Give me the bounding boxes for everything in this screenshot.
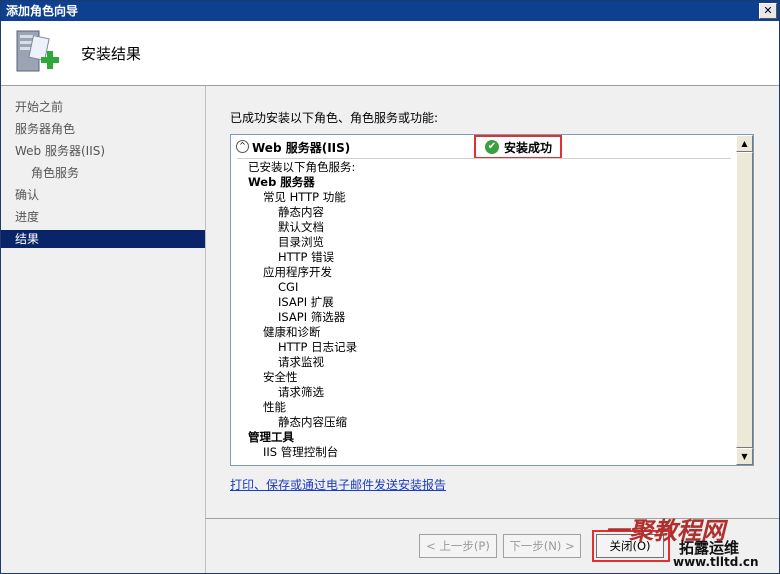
collapse-section-button[interactable]: ^	[236, 140, 249, 153]
sidebar-item-before-you-begin[interactable]: 开始之前	[1, 98, 63, 116]
installation-results-panel[interactable]: ^ Web 服务器(IIS) ✔ 安装成功 已安装以下角色服务: Web 服务器…	[230, 134, 754, 466]
chevron-up-icon: ^	[239, 141, 246, 150]
sidebar-item-server-roles[interactable]: 服务器角色	[1, 120, 75, 138]
status-badge: ✔ 安装成功	[474, 135, 562, 159]
vertical-scrollbar[interactable]: ▲ ▼	[736, 135, 753, 465]
success-check-icon: ✔	[485, 140, 499, 154]
server-roles-icon	[16, 30, 59, 72]
close-window-button[interactable]: ✕	[759, 3, 777, 19]
list-item: ISAPI 扩展	[278, 295, 334, 309]
title-bar: 添加角色向导 ✕	[1, 1, 779, 21]
list-item: IIS 管理控制台	[263, 445, 339, 459]
list-item: HTTP 日志记录	[278, 340, 358, 354]
list-item: 静态内容	[278, 205, 324, 219]
list-item: 目录浏览	[278, 235, 324, 249]
sidebar-item-confirmation[interactable]: 确认	[1, 186, 39, 204]
list-item: 常见 HTTP 功能	[263, 190, 346, 204]
list-item: 静态内容压缩	[278, 415, 347, 429]
previous-button[interactable]: < 上一步(P)	[419, 534, 497, 558]
watermark-url: www.tlltd.cn	[673, 555, 759, 569]
list-item: Web 服务器	[248, 175, 315, 189]
arrow-up-icon: ▲	[741, 139, 748, 148]
status-text: 安装成功	[504, 141, 553, 155]
list-item: 请求监视	[278, 355, 324, 369]
window-title: 添加角色向导	[6, 4, 79, 18]
list-item: CGI	[278, 280, 299, 294]
arrow-down-icon: ▼	[741, 452, 748, 461]
close-icon: ✕	[763, 4, 773, 17]
scroll-down-button[interactable]: ▼	[736, 448, 753, 465]
scroll-thumb[interactable]	[736, 152, 753, 448]
list-item: 默认文档	[278, 220, 324, 234]
list-item: 请求筛选	[278, 385, 324, 399]
list-item: 应用程序开发	[263, 265, 332, 279]
sidebar-item-results[interactable]: 结果	[1, 230, 205, 248]
results-intro-text: 已成功安装以下角色、角色服务或功能:	[230, 111, 439, 125]
main-content: 已成功安装以下角色、角色服务或功能: ^ Web 服务器(IIS) ✔ 安装成功…	[206, 86, 779, 573]
installation-report-link[interactable]: 打印、保存或通过电子邮件发送安装报告	[230, 476, 446, 493]
wizard-header: 安装结果	[1, 21, 779, 86]
list-item: 管理工具	[248, 430, 294, 444]
list-item: 已安装以下角色服务:	[248, 160, 356, 174]
sidebar-item-progress[interactable]: 进度	[1, 208, 39, 226]
page-title: 安装结果	[81, 45, 142, 63]
sidebar-item-role-services[interactable]: 角色服务	[1, 164, 79, 182]
sidebar-item-web-server-iis[interactable]: Web 服务器(IIS)	[1, 142, 105, 160]
scroll-up-button[interactable]: ▲	[736, 135, 753, 152]
wizard-steps-sidebar: 开始之前 服务器角色 Web 服务器(IIS) 角色服务 确认 进度 结果	[1, 86, 205, 573]
next-button[interactable]: 下一步(N) >	[503, 534, 581, 558]
add-roles-wizard-window: 添加角色向导 ✕ 安装结果 开始之前 服务器角色 Web 服务器(IIS) 角色…	[0, 0, 780, 574]
list-item: HTTP 错误	[278, 250, 335, 264]
section-separator	[237, 158, 731, 159]
list-item: 性能	[263, 400, 286, 414]
list-item: ISAPI 筛选器	[278, 310, 346, 324]
list-item: 安全性	[263, 370, 298, 384]
results-content: ^ Web 服务器(IIS) ✔ 安装成功 已安装以下角色服务: Web 服务器…	[231, 135, 736, 465]
section-title-web-server: Web 服务器(IIS)	[252, 141, 351, 155]
list-item: 健康和诊断	[263, 325, 321, 339]
